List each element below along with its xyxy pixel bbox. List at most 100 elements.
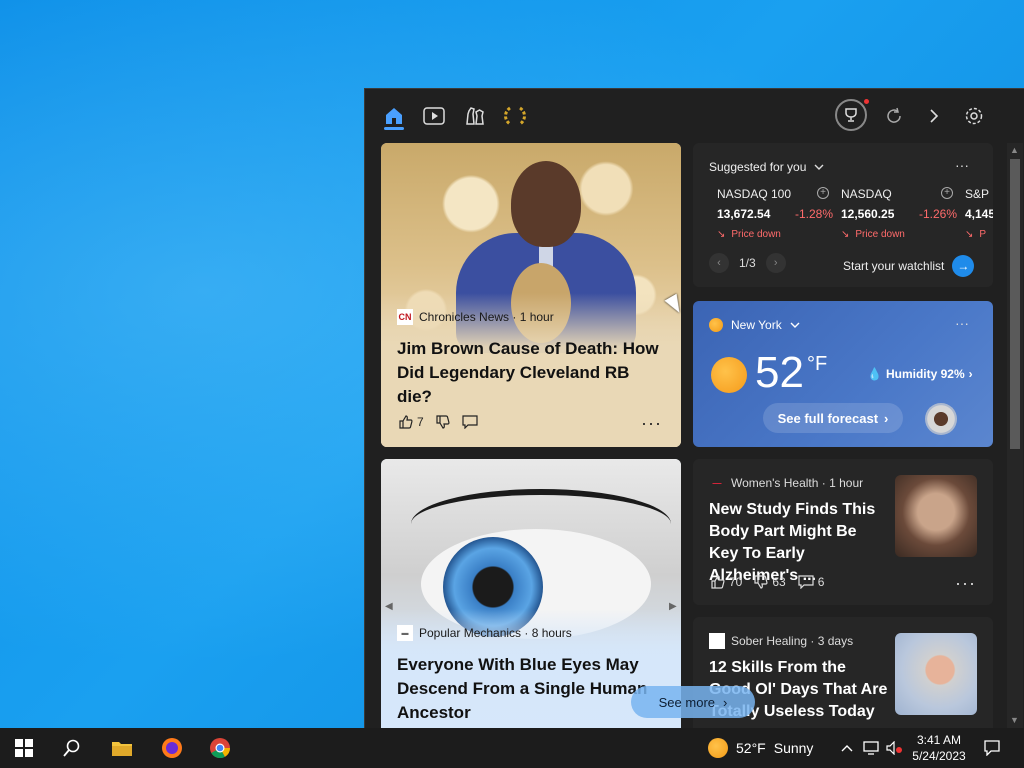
action-center-button[interactable] bbox=[980, 728, 1004, 768]
active-tab-indicator bbox=[384, 127, 404, 130]
headline[interactable]: New Study Finds This Body Part Might Be … bbox=[709, 499, 889, 587]
weather-ad-thumbnail[interactable] bbox=[925, 403, 957, 435]
chess-icon[interactable] bbox=[460, 101, 490, 131]
laurel-icon[interactable] bbox=[500, 101, 530, 131]
scrollbar[interactable]: ▲ ▼ bbox=[1007, 143, 1023, 728]
clock-date: 5/24/2023 bbox=[912, 749, 966, 763]
quote-change: -1.28% bbox=[794, 207, 833, 221]
thumbs-up-icon bbox=[399, 415, 413, 429]
comment-count: 6 bbox=[817, 575, 825, 589]
forecast-label: See full forecast bbox=[777, 410, 879, 426]
search-button[interactable] bbox=[48, 728, 96, 768]
taskbar-weather[interactable]: 52°F Sunny bbox=[708, 728, 813, 768]
comment-button[interactable] bbox=[462, 415, 478, 429]
article-thumbnail bbox=[895, 633, 977, 715]
firefox-icon bbox=[162, 738, 182, 758]
chrome-button[interactable] bbox=[196, 728, 244, 768]
reaction-bar: 70 63 6 bbox=[711, 575, 824, 589]
pager-label: 1/3 bbox=[739, 256, 756, 270]
reaction-bar: 7 bbox=[399, 415, 478, 429]
carousel-next-icon[interactable]: ▶ bbox=[669, 601, 677, 612]
source-label: Popular Mechanics · 8 hours bbox=[419, 626, 572, 640]
sun-icon bbox=[708, 738, 728, 758]
temperature: 52 bbox=[755, 348, 804, 397]
source-label: Chronicles News · 1 hour bbox=[419, 310, 554, 324]
network-icon[interactable] bbox=[860, 728, 882, 768]
thumbs-down-icon bbox=[754, 575, 768, 589]
stocks-title[interactable]: Suggested for you bbox=[709, 160, 824, 174]
firefox-button[interactable] bbox=[148, 728, 196, 768]
chevron-up-icon bbox=[841, 745, 853, 752]
pager-prev-icon[interactable]: ‹ bbox=[709, 253, 729, 273]
see-full-forecast-button[interactable]: See full forecast › bbox=[763, 403, 903, 433]
news-card-jim-brown[interactable]: CN Chronicles News · 1 hour Jim Brown Ca… bbox=[381, 143, 681, 447]
stock-quote[interactable]: NASDAQ 100 + 13,672.54 -1.28% ↘ Price dow… bbox=[717, 187, 837, 247]
headline[interactable]: Everyone With Blue Eyes May Descend From… bbox=[397, 653, 669, 725]
chrome-icon bbox=[210, 738, 231, 759]
comment-icon bbox=[798, 575, 814, 589]
stocks-widget: Suggested for you ··· NASDAQ 100 + 13,67… bbox=[693, 143, 993, 287]
more-options-button[interactable]: ··· bbox=[641, 413, 662, 434]
article-thumbnail bbox=[895, 475, 977, 557]
partly-sunny-icon bbox=[709, 318, 723, 332]
like-button[interactable]: 7 bbox=[399, 415, 424, 429]
headline[interactable]: Jim Brown Cause of Death: How Did Legend… bbox=[397, 337, 669, 409]
stock-quote[interactable]: NASDAQ + 12,560.25 -1.26% ↘ Price down bbox=[841, 187, 961, 247]
chevron-right-icon[interactable] bbox=[919, 101, 949, 131]
location-label: New York bbox=[731, 318, 782, 332]
photo-lashes bbox=[411, 489, 671, 559]
comment-icon bbox=[462, 415, 478, 429]
scroll-down-icon[interactable]: ▼ bbox=[1010, 715, 1019, 725]
carousel-prev-icon[interactable]: ◀ bbox=[385, 601, 393, 612]
volume-muted-icon[interactable] bbox=[884, 728, 906, 768]
quote-status: ↘ Price down bbox=[717, 229, 781, 240]
search-icon bbox=[63, 739, 80, 757]
humidity-label: Humidity 92% bbox=[885, 367, 965, 381]
like-count: 7 bbox=[417, 415, 424, 429]
source-row[interactable]: CN Chronicles News · 1 hour bbox=[397, 309, 554, 325]
chevron-right-icon: › bbox=[884, 410, 889, 426]
system-clock[interactable]: 3:41 AM 5/24/2023 bbox=[906, 732, 972, 764]
source-row[interactable]: Sober Healing · 3 days bbox=[709, 633, 853, 649]
pager-next-icon[interactable]: › bbox=[765, 253, 786, 273]
like-button[interactable]: 70 bbox=[711, 575, 742, 589]
dislike-button[interactable]: 63 bbox=[754, 575, 786, 589]
stock-quote[interactable]: S&P 4,145 ↘ P bbox=[965, 187, 993, 247]
source-row[interactable]: — Women's Health · 1 hour bbox=[709, 475, 864, 491]
humidity[interactable]: 💧 Humidity 92% › bbox=[867, 367, 973, 381]
weather-widget[interactable]: New York ··· 52 °F 💧 Humidity 92% › See … bbox=[693, 301, 993, 447]
video-icon[interactable] bbox=[419, 101, 449, 131]
news-card-blue-eyes[interactable]: ◀ ▶ ▬ Popular Mechanics · 8 hours Everyo… bbox=[381, 459, 681, 728]
stocks-more-button[interactable]: ··· bbox=[955, 157, 969, 173]
source-row[interactable]: ▬ Popular Mechanics · 8 hours bbox=[397, 625, 572, 641]
show-hidden-icons-button[interactable] bbox=[838, 728, 856, 768]
clock-time: 3:41 AM bbox=[916, 733, 962, 747]
start-button[interactable] bbox=[0, 728, 48, 768]
add-to-watchlist-icon[interactable]: + bbox=[817, 187, 829, 199]
file-explorer-button[interactable] bbox=[98, 728, 146, 768]
more-options-button[interactable]: ··· bbox=[955, 573, 976, 594]
trend-down-icon: ↘ bbox=[717, 229, 726, 240]
chevron-right-icon: › bbox=[723, 694, 728, 710]
chevron-right-icon: › bbox=[968, 367, 973, 381]
settings-icon[interactable] bbox=[959, 101, 989, 131]
dislike-button[interactable] bbox=[436, 415, 450, 429]
add-to-watchlist-icon[interactable]: + bbox=[941, 187, 953, 199]
scroll-up-icon[interactable]: ▲ bbox=[1010, 145, 1019, 155]
scroll-thumb[interactable] bbox=[1010, 159, 1020, 449]
quote-status-label: Price down bbox=[731, 229, 781, 240]
news-card-alzheimers[interactable]: — Women's Health · 1 hour New Study Find… bbox=[693, 459, 993, 605]
comment-button[interactable]: 6 bbox=[798, 575, 825, 589]
location-selector[interactable]: New York bbox=[709, 318, 800, 332]
quote-status: ↘ Price down bbox=[841, 229, 905, 240]
trend-down-icon: ↘ bbox=[841, 229, 850, 240]
chevron-down-icon bbox=[790, 322, 800, 328]
quote-value: 13,672.54 bbox=[717, 207, 771, 221]
watchlist-label: Start your watchlist bbox=[843, 259, 945, 273]
refresh-icon[interactable] bbox=[879, 101, 909, 131]
stocks-title-label: Suggested for you bbox=[709, 160, 807, 174]
rewards-icon[interactable] bbox=[835, 99, 869, 131]
weather-more-button[interactable]: ··· bbox=[955, 315, 969, 331]
start-watchlist-button[interactable]: Start your watchlist → bbox=[843, 255, 975, 277]
see-more-button[interactable]: See more › bbox=[631, 686, 755, 718]
